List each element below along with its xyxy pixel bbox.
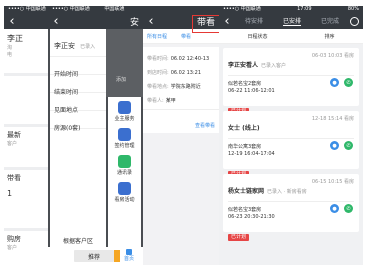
nav-bar: ‹ 安: [48, 13, 143, 29]
section-house: 购房: [7, 235, 21, 243]
add-label: 添加: [116, 77, 127, 83]
detail-row: 带看人: 某甲: [147, 98, 176, 104]
screen-visit-detail: ‹ 带看 所有日程 带看 带看时间: 06.02 12:40-13 到店时间: 06.…: [143, 6, 219, 265]
message-icon[interactable]: ●: [330, 204, 339, 213]
client-name: 李正安: [54, 42, 75, 50]
action-icon: [118, 101, 131, 114]
field-label: 开始时间: [54, 71, 79, 78]
visit-time: 06-22 11:06-12:01: [228, 88, 275, 94]
clock-icon[interactable]: [350, 17, 359, 26]
message-icon[interactable]: ●: [330, 78, 339, 87]
tab-0[interactable]: 待安排: [245, 16, 263, 26]
detail-row: 带看时间: 06.02 12:40-13: [147, 56, 210, 62]
card-date: 06-15 10:15 看房: [311, 179, 354, 185]
action-button[interactable]: 通讯录: [108, 155, 141, 176]
schedule-card[interactable]: 女士 (线上) 12-18 15:14 看房 南华公寓3套房 12-19 16:04-…: [223, 111, 359, 178]
card-date: 06-03 10:03 看房: [311, 53, 354, 59]
action-icon: [118, 128, 131, 141]
action-button[interactable]: 看房活动: [108, 182, 141, 203]
filter-all[interactable]: 所有日程: [147, 33, 167, 40]
filter-status[interactable]: 日程状态: [247, 33, 267, 40]
status-bar: ••••○ 中国联通 中国联通: [52, 6, 125, 12]
view-visit-link[interactable]: 查看带看: [195, 123, 215, 129]
back-icon[interactable]: ‹: [219, 13, 235, 29]
filter-visit[interactable]: 带看: [181, 33, 191, 40]
card-date: 12-18 15:14 看房: [311, 116, 354, 122]
message-icon[interactable]: ●: [330, 141, 339, 150]
client-name: 李正安看人: [228, 62, 259, 69]
screen-schedule-list: ••••○ 中国联通 17:09 80% ‹ 待安排 已安排 已完成 日程状态 排序…: [219, 6, 363, 265]
nav-bar: ‹: [4, 13, 48, 29]
bottom-hint: 根据客户区: [62, 238, 93, 245]
action-button[interactable]: 签约管理: [108, 128, 141, 149]
phone-icon[interactable]: ✆: [344, 204, 353, 213]
status-badge: 已计划: [228, 223, 354, 242]
detail-row: 到店时间: 06.02 13:21: [147, 70, 201, 76]
section-latest: 最新: [7, 131, 21, 139]
filter-sort[interactable]: 排序: [324, 33, 334, 40]
screen-client-detail: ••••○ 中国联通 ‹ 李正 淘 电 最新 客户 带看 1 购房 客户: [4, 6, 48, 265]
section-visit: 带看: [7, 174, 21, 182]
detail-row: 带看地点: 学院东路附近: [147, 84, 201, 90]
visit-time: 12-19 16:04-17:04: [228, 151, 275, 157]
schedule-card[interactable]: 杨女士链家网 已录入 · 新房看房 06-15 10:15 看房 似若名宝3套房 06-…: [223, 174, 359, 241]
back-icon[interactable]: ‹: [143, 13, 159, 29]
visit-time: 06-23 20:30-21:30: [228, 214, 275, 220]
action-icon: [118, 182, 131, 195]
field-label: 见面地点: [54, 107, 79, 114]
form-field[interactable]: 开始时间: [50, 57, 106, 78]
status-bar: ••••○ 中国联通: [8, 6, 46, 12]
visit-count: 1: [7, 189, 13, 198]
profile-name: 李正: [7, 34, 23, 43]
client-name: 杨女士链家网: [228, 188, 265, 195]
phone-icon[interactable]: ✆: [344, 78, 353, 87]
client-name: 女士 (线上): [228, 125, 260, 132]
field-label: 结束时间: [54, 89, 79, 96]
nav-title: 安: [129, 17, 139, 28]
tab-home[interactable]: 首页: [124, 249, 134, 262]
screen-appointment: ••••○ 中国联通 中国联通 ‹ 安 李正安 已录入 开始时间 结束时间 见面地点…: [48, 6, 143, 265]
schedule-card[interactable]: 李正安看人 已录入客户 06-03 10:03 看房 似若名宝2套房 06-22 11:…: [223, 48, 359, 115]
action-button[interactable]: 业主服务: [108, 101, 141, 122]
nav-bar: ‹ 待安排 已安排 已完成: [219, 13, 363, 29]
phone-icon[interactable]: ✆: [344, 141, 353, 150]
tab-1[interactable]: 已安排: [282, 16, 301, 26]
field-label: 房源(0套): [54, 125, 81, 132]
status-bar: [143, 6, 219, 13]
appointment-form: 李正安 已录入 开始时间 结束时间 见面地点 房源(0套) 根据客户区: [50, 29, 106, 247]
primary-button[interactable]: [114, 250, 120, 262]
action-column: 业主服务签约管理通讯录看房活动: [108, 97, 141, 247]
status-bar: ••••○ 中国联通 17:09 80%: [223, 6, 359, 12]
tab-2[interactable]: 已完成: [321, 16, 339, 26]
recommend-button[interactable]: 推荐: [74, 250, 114, 262]
back-icon[interactable]: ‹: [48, 13, 64, 29]
action-icon: [118, 155, 131, 168]
back-icon[interactable]: ‹: [4, 13, 20, 29]
